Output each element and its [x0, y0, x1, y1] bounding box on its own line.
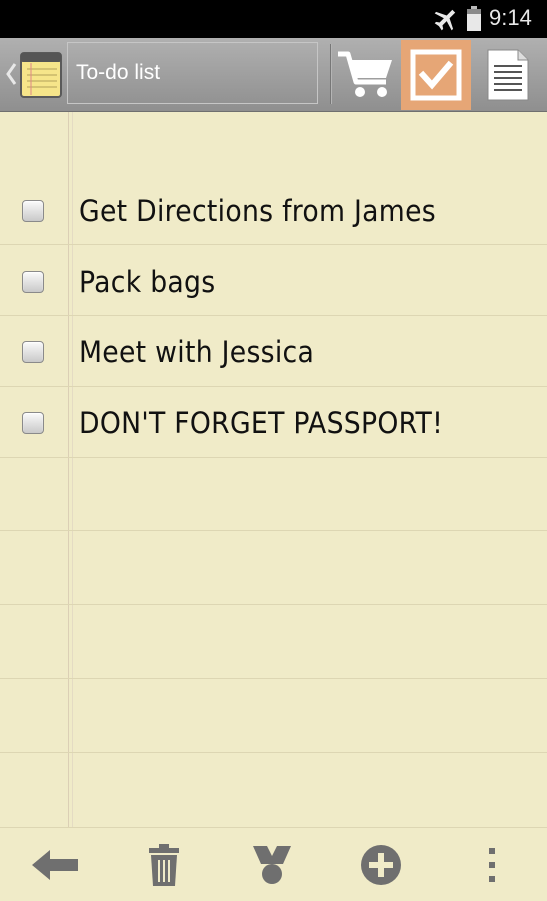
action-bar-divider — [330, 44, 332, 104]
todo-item-text[interactable]: Meet with Jessica — [79, 335, 314, 369]
todo-item[interactable]: Meet with Jessica — [0, 321, 547, 391]
todo-checkbox[interactable] — [22, 412, 44, 434]
ruled-line — [0, 530, 547, 531]
up-chevron-icon[interactable] — [5, 62, 17, 86]
airplane-mode-icon — [434, 9, 456, 31]
todo-item[interactable]: Pack bags — [0, 251, 547, 321]
todo-checkbox[interactable] — [22, 200, 44, 222]
battery-icon — [467, 6, 481, 31]
action-bar: To-do list — [0, 38, 547, 112]
list-title: To-do list — [76, 61, 161, 84]
todo-item[interactable]: DON'T FORGET PASSPORT! — [0, 392, 547, 462]
todo-list-area: Get Directions from James Pack bags Meet… — [0, 112, 547, 827]
trash-icon[interactable] — [139, 842, 189, 888]
share-icon[interactable] — [247, 842, 297, 888]
back-arrow-icon[interactable] — [30, 842, 80, 888]
overflow-menu-icon[interactable] — [467, 842, 517, 888]
shopping-cart-icon[interactable] — [336, 46, 396, 104]
todo-checkbox[interactable] — [22, 271, 44, 293]
status-bar: 9:14 — [0, 0, 547, 38]
status-time: 9:14 — [489, 5, 532, 30]
todo-item-text[interactable]: DON'T FORGET PASSPORT! — [79, 406, 443, 440]
ruled-line — [0, 604, 547, 605]
bottom-toolbar — [0, 827, 547, 901]
notepad-icon[interactable] — [19, 49, 63, 99]
todo-checkbox[interactable] — [22, 341, 44, 363]
todo-item-text[interactable]: Get Directions from James — [79, 194, 436, 228]
ruled-line — [0, 752, 547, 753]
todo-item-text[interactable]: Pack bags — [79, 265, 215, 299]
add-icon[interactable] — [356, 842, 406, 888]
ruled-line — [0, 678, 547, 679]
todo-tab-button[interactable] — [401, 40, 471, 110]
list-title-field[interactable]: To-do list — [67, 42, 318, 104]
todo-checkbox-icon — [410, 49, 462, 101]
note-document-icon[interactable] — [480, 46, 536, 104]
todo-item[interactable]: Get Directions from James — [0, 180, 547, 250]
